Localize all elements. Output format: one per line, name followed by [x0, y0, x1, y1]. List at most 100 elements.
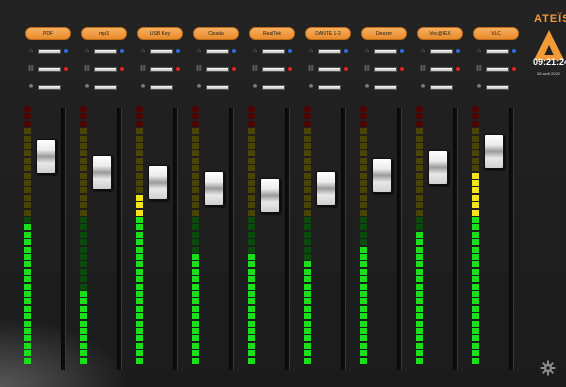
fader-track[interactable]	[453, 108, 458, 370]
fader-knob[interactable]	[204, 170, 224, 206]
channel-control-field[interactable]	[262, 85, 285, 90]
channel-control-field[interactable]	[262, 67, 285, 72]
channel-control-field[interactable]	[486, 85, 509, 90]
channel-control-row[interactable]: ⌂	[195, 48, 239, 55]
channel-control-row[interactable]: ⌂	[307, 48, 351, 55]
mute-indicator	[176, 67, 180, 71]
channel-control-field[interactable]	[374, 49, 397, 54]
channel-control-row[interactable]: ✱	[419, 84, 463, 91]
channel-control-row[interactable]: ⌂	[83, 48, 127, 55]
channel-control-row[interactable]: ✱	[251, 84, 295, 91]
channel-control-row[interactable]: ✱	[475, 84, 519, 91]
meter-segment	[80, 320, 87, 327]
meter-segment	[248, 194, 255, 201]
channel-control-field[interactable]	[318, 85, 341, 90]
settings-gear-icon[interactable]	[540, 360, 556, 376]
channel-button[interactable]: VLC	[473, 27, 519, 40]
channel-control-row[interactable]: ✱	[363, 84, 407, 91]
channel-control-row[interactable]: ⛓	[83, 66, 127, 73]
fader-knob[interactable]	[316, 170, 336, 206]
fader-track[interactable]	[285, 108, 290, 370]
meter-segment	[192, 224, 199, 231]
channel-control-row[interactable]: ⛓	[195, 66, 239, 73]
channel-control-row[interactable]: ⛓	[27, 66, 71, 73]
channel-control-field[interactable]	[38, 49, 61, 54]
channel-control-field[interactable]	[206, 49, 229, 54]
fader-knob[interactable]	[92, 154, 112, 190]
channel-button[interactable]: Deezer	[361, 27, 407, 40]
meter-segment	[472, 254, 479, 260]
channel-control-field[interactable]	[318, 67, 341, 72]
channel-control-row[interactable]: ⛓	[307, 66, 351, 73]
channel-control-field[interactable]	[486, 67, 509, 72]
fader-knob[interactable]	[428, 149, 448, 185]
channel-control-row[interactable]: ⛓	[419, 66, 463, 73]
channel-control-field[interactable]	[206, 85, 229, 90]
gear-icon: ✱	[308, 84, 314, 90]
channel-control-row[interactable]: ✱	[83, 84, 127, 91]
channel-control-row[interactable]: ✱	[27, 84, 71, 91]
fader-knob[interactable]	[36, 139, 56, 175]
channel-control-row[interactable]: ✱	[195, 84, 239, 91]
fader-track[interactable]	[509, 108, 514, 370]
channel-control-row[interactable]: ⛓	[251, 66, 295, 73]
channel-control-field[interactable]	[262, 49, 285, 54]
channel-control-field[interactable]	[94, 85, 117, 90]
meter-segment	[304, 357, 311, 364]
channel-control-row[interactable]: ⛓	[363, 66, 407, 73]
channel-control-field[interactable]	[374, 85, 397, 90]
channel-control-row[interactable]: ✱	[307, 84, 351, 91]
channel-control-row[interactable]: ✱	[139, 84, 183, 91]
channel-button[interactable]: PDF	[25, 27, 71, 40]
channel-control-row[interactable]: ⌂	[251, 48, 295, 55]
channel-control-field[interactable]	[94, 49, 117, 54]
channel-control-row[interactable]: ⌂	[139, 48, 183, 55]
channel-control-field[interactable]	[374, 67, 397, 72]
channel-control-row[interactable]: ⌂	[363, 48, 407, 55]
fader-track[interactable]	[229, 108, 234, 370]
meter-segment	[136, 350, 143, 357]
meter-segment	[24, 350, 31, 357]
meter-segment	[24, 172, 31, 179]
channel-control-field[interactable]	[150, 85, 173, 90]
channel-button[interactable]: Voc@IEX	[417, 27, 463, 40]
channel-button[interactable]: Cicada	[193, 27, 239, 40]
meter-segment	[136, 261, 143, 268]
channel-control-row[interactable]: ⛓	[475, 66, 519, 73]
channel-control-row[interactable]: ⌂	[475, 48, 519, 55]
channel-button[interactable]: mp3	[81, 27, 127, 40]
channel-control-field[interactable]	[150, 49, 173, 54]
fader-knob[interactable]	[148, 165, 168, 201]
channel-control-field[interactable]	[94, 67, 117, 72]
channel-control-field[interactable]	[150, 67, 173, 72]
fader-track[interactable]	[117, 108, 122, 370]
meter-segment	[24, 254, 31, 260]
fader-knob[interactable]	[372, 157, 392, 193]
channel-control-field[interactable]	[430, 85, 453, 90]
fader-track[interactable]	[341, 108, 346, 370]
channel-control-field[interactable]	[430, 67, 453, 72]
fader-track[interactable]	[61, 108, 66, 370]
channel-control-field[interactable]	[430, 49, 453, 54]
channel-control-row[interactable]: ⛓	[139, 66, 183, 73]
fader-track[interactable]	[397, 108, 402, 370]
channel-button[interactable]: USB Key	[137, 27, 183, 40]
meter-segment	[136, 313, 143, 320]
channel-control-field[interactable]	[486, 49, 509, 54]
meter-segment	[192, 143, 199, 149]
meter-segment	[192, 291, 199, 297]
channel-control-field[interactable]	[206, 67, 229, 72]
meter-segment	[304, 143, 311, 149]
channel-control-row[interactable]: ⌂	[27, 48, 71, 55]
meter-segment	[472, 217, 479, 223]
channel-control-row[interactable]: ⌂	[419, 48, 463, 55]
fader-track[interactable]	[173, 108, 178, 370]
fader-knob[interactable]	[260, 178, 280, 214]
channel-control-field[interactable]	[318, 49, 341, 54]
channel-button[interactable]: DANTE 1-2	[305, 27, 351, 40]
meter-segment	[136, 246, 143, 253]
channel-control-field[interactable]	[38, 67, 61, 72]
fader-knob[interactable]	[484, 133, 504, 169]
channel-button[interactable]: RealTek	[249, 27, 295, 40]
channel-control-field[interactable]	[38, 85, 61, 90]
